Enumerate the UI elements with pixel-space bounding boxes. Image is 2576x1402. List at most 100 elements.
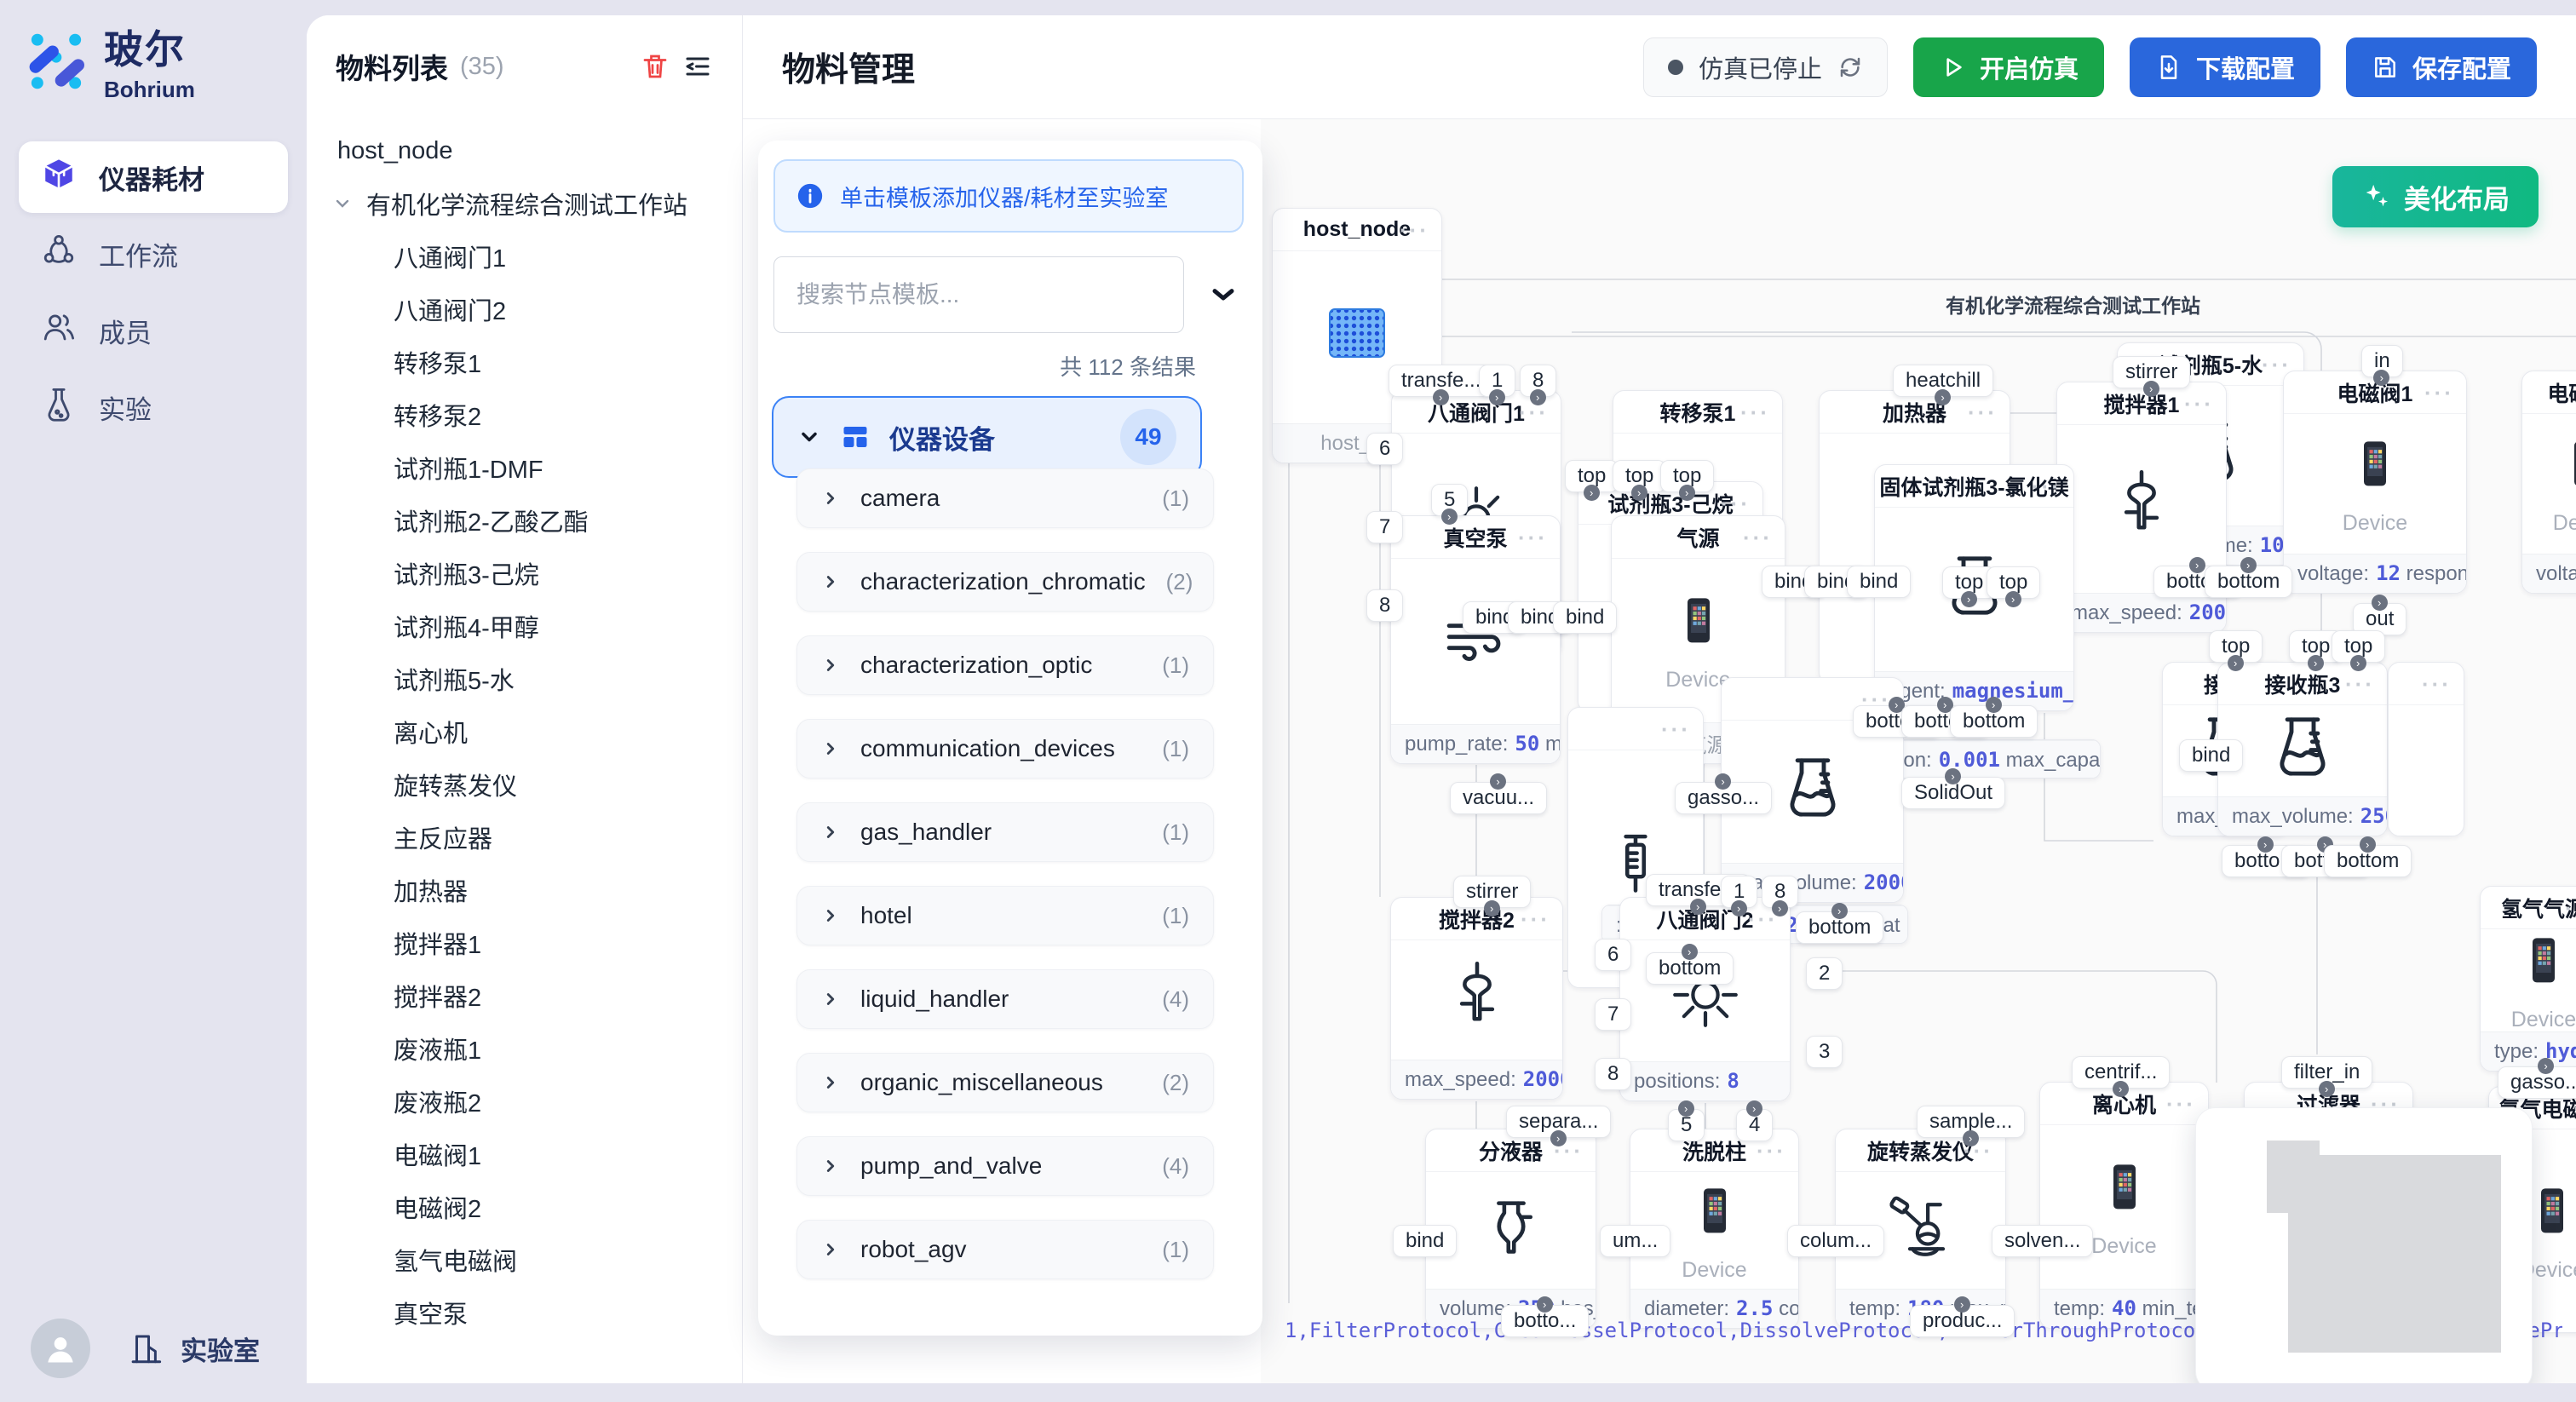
port-pill[interactable]: solven... <box>1992 1225 2093 1257</box>
port-pill[interactable]: 7 <box>1595 998 1631 1031</box>
node-menu-icon[interactable]: ··· <box>2166 1083 2196 1125</box>
port-pill[interactable]: 3 <box>1806 1036 1843 1068</box>
category-row[interactable]: communication_devices (1) <box>796 719 1214 779</box>
node-menu-icon[interactable]: ··· <box>2422 663 2452 705</box>
port-pill[interactable]: top <box>2332 630 2385 663</box>
port-pill[interactable]: top <box>1565 460 1619 492</box>
collapse-tree-icon[interactable] <box>682 51 713 82</box>
tree-item[interactable]: 转移泵1 <box>307 336 742 388</box>
port-pill[interactable]: 8 <box>1520 365 1556 397</box>
simulation-status-pill[interactable]: 仿真已停止 <box>1643 37 1888 97</box>
port-pill[interactable]: filter_in <box>2281 1056 2372 1089</box>
node-menu-icon[interactable]: ··· <box>2424 371 2454 414</box>
graph-node[interactable]: 电磁阀1 ··· Device voltage:12 <box>2283 371 2467 594</box>
node-menu-icon[interactable]: ··· <box>1400 209 1429 251</box>
port-pill[interactable]: 1 <box>1721 876 1757 908</box>
port-pill[interactable]: gasso... <box>1675 782 1772 814</box>
tree-item[interactable]: 试剂瓶2-乙酸乙酯 <box>307 494 742 547</box>
category-row[interactable]: robot_agv (1) <box>796 1220 1214 1279</box>
category-row[interactable]: gas_handler (1) <box>796 802 1214 862</box>
port-pill[interactable]: 8 <box>1366 589 1403 622</box>
save-config-button[interactable]: 保存配置 <box>2346 37 2537 97</box>
tree-item[interactable]: 八通阀门2 <box>307 283 742 336</box>
port-pill[interactable]: top <box>1613 460 1666 492</box>
port-pill[interactable]: transfe... <box>1389 365 1493 397</box>
tree-item[interactable]: 八通阀门1 <box>307 230 742 283</box>
lab-switcher[interactable]: 实验室 <box>128 1330 260 1368</box>
graph-node[interactable]: 离心机 ··· Device temp:40 <box>2039 1082 2209 1329</box>
refresh-icon[interactable] <box>1837 55 1863 80</box>
node-menu-icon[interactable]: ··· <box>1968 391 1998 434</box>
port-pill[interactable]: bottom <box>2205 566 2292 598</box>
tree-item[interactable]: 转移泵2 <box>307 388 742 441</box>
tree-item[interactable]: 主反应器 <box>307 811 742 864</box>
node-menu-icon[interactable]: ··· <box>1740 391 1770 434</box>
graph-node[interactable]: 氢气气源 ··· Device type:hydrogen <box>2480 886 2576 1072</box>
port-pill[interactable]: 8 <box>1762 876 1798 908</box>
port-pill[interactable]: sample... <box>1917 1106 2025 1138</box>
graph-node[interactable]: ··· <box>2388 662 2464 836</box>
minimap[interactable] <box>2195 1107 2533 1383</box>
beautify-layout-button[interactable]: 美化布局 <box>2332 166 2539 227</box>
tree-item[interactable]: 试剂瓶3-己烷 <box>307 547 742 600</box>
port-pill[interactable]: bind <box>1553 601 1617 634</box>
graph-node[interactable]: 真空泵 ··· pump_rate:50 <box>1390 515 1561 764</box>
tree-item[interactable]: 电磁阀2 <box>307 1181 742 1233</box>
port-pill[interactable]: vacuu... <box>1450 782 1547 814</box>
tree-item[interactable]: 搅拌器2 <box>307 969 742 1022</box>
node-menu-icon[interactable]: ··· <box>1661 708 1691 750</box>
port-pill[interactable]: centrif... <box>2072 1056 2170 1089</box>
bohrium-logo[interactable]: 玻尔 Bohrium <box>24 19 195 103</box>
tree-item[interactable]: 加热器 <box>307 864 742 916</box>
port-pill[interactable]: 7 <box>1366 511 1403 543</box>
graph-canvas[interactable]: 有机化学流程综合测试工作站 美化布局 host_node ··· <box>1261 119 2576 1383</box>
tree-item[interactable]: 搅拌器1 <box>307 916 742 969</box>
category-row[interactable]: organic_miscellaneous (2) <box>796 1053 1214 1112</box>
sidebar-nav-item[interactable]: 实验 <box>19 371 288 443</box>
template-search-input[interactable] <box>773 256 1184 333</box>
graph-node[interactable]: 八通阀门2 ··· positions:8 <box>1619 897 1791 1101</box>
port-pill[interactable]: bottom <box>1646 952 1734 985</box>
port-pill[interactable]: 6 <box>1595 939 1631 971</box>
category-row[interactable]: liquid_handler (4) <box>796 969 1214 1029</box>
tree-item[interactable]: 试剂瓶4-甲醇 <box>307 600 742 652</box>
category-group-equipment[interactable]: 仪器设备 49 <box>772 396 1202 478</box>
sidebar-nav-item[interactable]: 成员 <box>19 295 288 366</box>
tree-item[interactable]: 试剂瓶5-水 <box>307 652 742 705</box>
port-pill[interactable]: in <box>2361 345 2403 377</box>
port-pill[interactable]: stirrer <box>1453 876 1531 908</box>
port-pill[interactable]: separa... <box>1506 1106 1611 1138</box>
tree-item[interactable]: 试剂瓶1-DMF <box>307 441 742 494</box>
tree-item[interactable]: 离心机 <box>307 705 742 758</box>
download-config-button[interactable]: 下载配置 <box>2130 37 2320 97</box>
port-pill[interactable]: top <box>2209 630 2263 663</box>
port-pill[interactable]: bind <box>2179 739 2243 772</box>
port-pill[interactable]: 5 <box>1431 484 1468 516</box>
node-menu-icon[interactable]: ··· <box>1743 516 1773 559</box>
tree-item-host-node[interactable]: host_node <box>307 124 742 177</box>
node-menu-icon[interactable]: ··· <box>2565 887 2576 929</box>
port-pill[interactable]: top <box>1660 460 1714 492</box>
port-pill[interactable]: top <box>1987 566 2040 599</box>
tree-item[interactable]: 废液瓶1 <box>307 1022 742 1075</box>
category-row[interactable]: hotel (1) <box>796 886 1214 945</box>
tree-item[interactable]: 旋转蒸发仪 <box>307 758 742 811</box>
port-pill[interactable]: bottom <box>2324 845 2412 877</box>
tree-item[interactable]: 氢气电磁阀 <box>307 1233 742 1286</box>
port-pill[interactable]: 1 <box>1479 365 1515 397</box>
port-pill[interactable]: 4 <box>1736 1109 1773 1141</box>
port-pill[interactable]: 8 <box>1595 1058 1631 1090</box>
category-row[interactable]: characterization_optic (1) <box>796 635 1214 695</box>
sidebar-nav-item[interactable]: 工作流 <box>19 218 288 290</box>
panel-collapse-chevron-icon[interactable] <box>1206 277 1240 311</box>
tree-item[interactable]: 废液瓶2 <box>307 1075 742 1128</box>
port-pill[interactable]: bind <box>1393 1225 1457 1257</box>
port-pill[interactable]: produc... <box>1910 1305 2015 1337</box>
port-pill[interactable]: botto... <box>1501 1305 1589 1337</box>
port-pill[interactable]: 2 <box>1806 957 1843 990</box>
tree-group-workstation[interactable]: 有机化学流程综合测试工作站 <box>307 177 742 230</box>
port-pill[interactable]: bottom <box>1796 911 1883 944</box>
graph-node[interactable]: 搅拌器2 ··· max_speed:2000 <box>1390 897 1563 1100</box>
user-avatar[interactable] <box>31 1319 90 1378</box>
port-pill[interactable]: bind <box>1847 566 1911 598</box>
